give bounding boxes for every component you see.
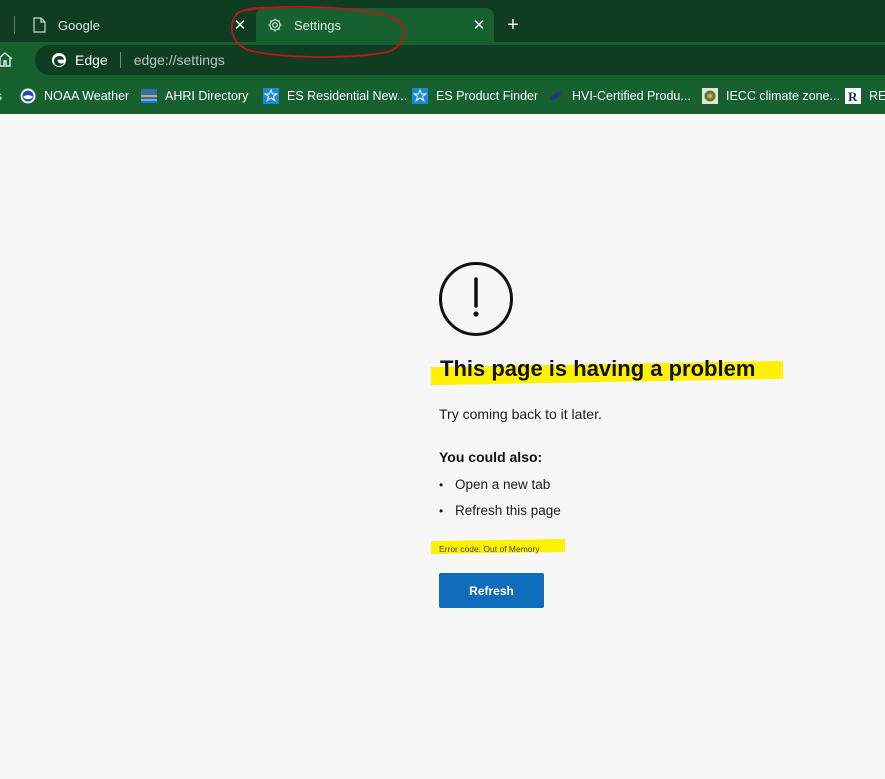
- tab-google[interactable]: Google ✕: [14, 8, 250, 42]
- error-code: Error code: Out of Memory: [439, 544, 540, 554]
- energy-star-icon: [263, 88, 279, 104]
- url-text[interactable]: edge://settings: [134, 52, 225, 68]
- tab-label: Settings: [294, 17, 341, 33]
- svg-text:R: R: [848, 89, 858, 104]
- page-title: This page is having a problem: [440, 356, 756, 381]
- favorite-iecc-climate-zone[interactable]: IECC climate zone...: [702, 78, 840, 114]
- iecc-icon: [702, 88, 718, 104]
- energy-star-icon: [412, 88, 428, 104]
- bullet: •: [439, 503, 444, 518]
- favorite-label: HVI-Certified Produ...: [572, 89, 691, 103]
- list-item: • Refresh this page: [439, 503, 561, 518]
- address-bar[interactable]: Edge edge://settings: [35, 45, 885, 75]
- favorite-hvi-certified[interactable]: HVI-Certified Produ...: [548, 78, 691, 114]
- exclamation-circle-icon: [439, 262, 513, 336]
- page-icon: [30, 16, 48, 34]
- home-icon[interactable]: [0, 50, 14, 68]
- bullet: •: [439, 477, 444, 492]
- hvi-icon: [548, 88, 564, 104]
- list-item: • Open a new tab: [439, 477, 550, 492]
- gear-icon: [266, 16, 284, 34]
- favorite-noaa-weather[interactable]: NOAA Weather: [20, 78, 129, 114]
- tab-settings[interactable]: Settings ✕: [256, 8, 494, 42]
- favorites-bar: s NOAA Weather AHRI Directory ES Residen…: [0, 78, 885, 114]
- favorite-label: NOAA Weather: [44, 89, 130, 103]
- favorite-label: AHRI Directory: [165, 89, 249, 103]
- address-bar-row: Edge edge://settings: [0, 42, 885, 78]
- divider: [119, 52, 121, 68]
- also-heading: You could also:: [439, 449, 543, 465]
- tab-strip: Google ✕ Settings ✕ +: [0, 0, 885, 42]
- error-subtitle: Try coming back to it later.: [439, 406, 602, 422]
- refresh-button[interactable]: Refresh: [439, 573, 544, 608]
- favorite-label: IECC climate zone...: [726, 89, 840, 103]
- favorite-label: ES Residential New...: [287, 89, 408, 103]
- close-icon[interactable]: ✕: [471, 17, 487, 34]
- favorite-es-product-finder[interactable]: ES Product Finder: [412, 78, 538, 114]
- ahri-icon: [141, 88, 157, 104]
- noaa-icon: [20, 88, 36, 104]
- close-icon[interactable]: ✕: [232, 17, 248, 34]
- tab-label: Google: [58, 17, 100, 33]
- favorite-ahri-directory[interactable]: AHRI Directory: [141, 78, 248, 114]
- favorite-es-residential-new[interactable]: ES Residential New...: [263, 78, 407, 114]
- edge-logo-icon: [51, 52, 67, 68]
- open-new-tab-option: Open a new tab: [455, 477, 551, 492]
- favorite-partial[interactable]: s: [0, 78, 2, 114]
- tab-separator: [14, 16, 15, 34]
- favorite-label: ES Product Finder: [436, 89, 539, 103]
- new-tab-button[interactable]: +: [502, 14, 524, 36]
- favorite-label: RES: [869, 89, 885, 103]
- refresh-page-option: Refresh this page: [455, 503, 561, 518]
- site-label: Edge: [75, 52, 108, 68]
- resnet-icon: R: [845, 88, 861, 104]
- favorite-resnet[interactable]: R RES: [845, 78, 885, 114]
